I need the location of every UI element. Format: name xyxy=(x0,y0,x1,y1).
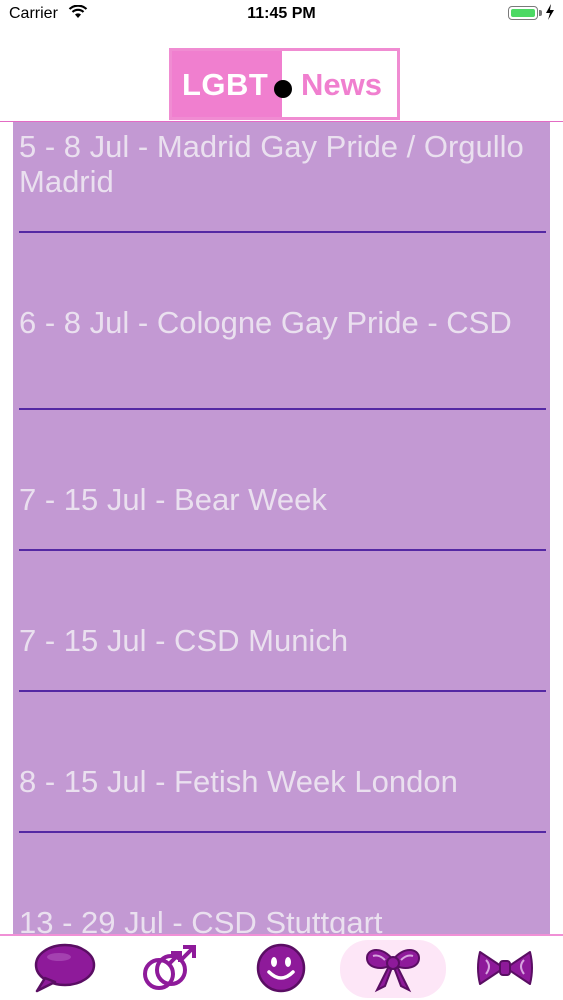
tab-smiley[interactable] xyxy=(236,937,326,999)
logo-lgbt-text: LGBT xyxy=(182,67,269,102)
separator xyxy=(19,690,546,692)
tab-bowtie[interactable] xyxy=(460,937,550,999)
separator xyxy=(19,549,546,551)
list-item[interactable]: 6 - 8 Jul - Cologne Gay Pride - CSD xyxy=(13,235,550,412)
tab-gender[interactable] xyxy=(123,937,213,999)
events-list[interactable]: 5 - 8 Jul - Madrid Gay Pride / Orgullo M… xyxy=(13,122,550,934)
tab-chat[interactable] xyxy=(19,937,109,999)
separator xyxy=(19,231,546,233)
status-bar: Carrier 11:45 PM xyxy=(0,0,563,30)
tab-bow[interactable] xyxy=(336,937,450,999)
separator xyxy=(19,831,546,833)
logo-dot xyxy=(274,80,292,98)
event-label: 13 - 29 Jul - CSD Stuttgart xyxy=(19,905,383,934)
event-label: 7 - 15 Jul - CSD Munich xyxy=(19,623,349,658)
event-label: 7 - 15 Jul - Bear Week xyxy=(19,482,327,517)
list-item[interactable]: 5 - 8 Jul - Madrid Gay Pride / Orgullo M… xyxy=(13,122,550,235)
status-time: 11:45 PM xyxy=(247,5,316,22)
app-logo: LGBT News xyxy=(169,48,400,120)
list-item[interactable]: 7 - 15 Jul - CSD Munich xyxy=(13,553,550,694)
list-item[interactable]: 13 - 29 Jul - CSD Stuttgart xyxy=(13,835,550,934)
separator xyxy=(19,408,546,410)
charging-bolt-icon xyxy=(545,4,555,25)
event-label: 5 - 8 Jul - Madrid Gay Pride / Orgullo M… xyxy=(19,129,524,199)
event-label: 6 - 8 Jul - Cologne Gay Pride - CSD xyxy=(19,305,512,340)
tab-bar xyxy=(0,934,563,1000)
event-label: 8 - 15 Jul - Fetish Week London xyxy=(19,764,458,799)
list-item[interactable]: 8 - 15 Jul - Fetish Week London xyxy=(13,694,550,835)
logo-news-text: News xyxy=(301,67,382,102)
battery-icon xyxy=(508,6,538,20)
list-item[interactable]: 7 - 15 Jul - Bear Week xyxy=(13,412,550,553)
